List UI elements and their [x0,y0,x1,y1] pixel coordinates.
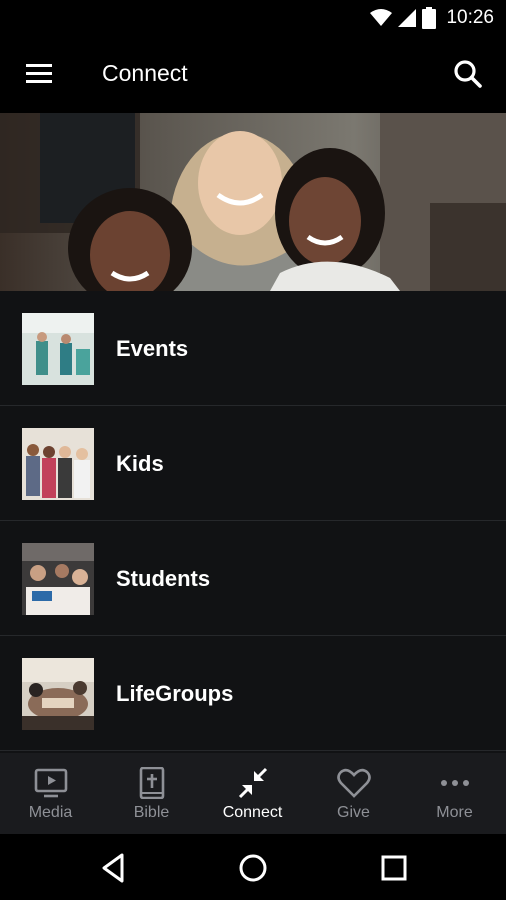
list-item-label: Events [116,336,189,361]
list-item-lifegroups[interactable]: LifeGroups [0,636,506,751]
events-thumbnail [22,313,94,385]
connect-arrows-icon [238,767,267,799]
status-time: 10:26 [446,7,494,28]
wifi-icon [370,9,393,26]
hero-image [0,113,506,291]
tab-more[interactable]: More [404,753,505,834]
heart-icon [336,768,371,798]
cell-signal-icon [398,9,417,27]
bottom-nav: Media Bible Connect Give More [0,753,506,834]
list-item-events[interactable]: Events [0,291,506,406]
home-icon[interactable] [236,851,270,885]
page-title: Connect [102,60,188,86]
search-button[interactable] [452,58,484,90]
menu-button[interactable] [22,60,58,90]
battery-icon [422,7,437,29]
status-bar: 10:26 [0,0,506,36]
lifegroups-thumbnail [22,658,94,730]
tab-give[interactable]: Give [303,753,404,834]
app-bar: Connect [0,36,506,113]
tab-bible[interactable]: Bible [101,753,202,834]
status-icons: 10:26 [370,6,494,30]
system-nav-bar [0,834,506,900]
kids-thumbnail [22,428,94,500]
connect-list: Events Kids Students LifeGroups [0,291,506,753]
search-icon [454,60,482,88]
tab-media[interactable]: Media [0,753,101,834]
tab-label: Bible [133,804,170,821]
tv-play-icon [34,768,67,798]
students-thumbnail [22,543,94,615]
tab-label: Connect [222,804,283,821]
bible-icon [139,767,164,799]
tab-label: Give [337,804,370,821]
back-icon[interactable] [96,851,130,885]
list-item-label: Kids [116,451,164,476]
list-item-label: Students [116,566,211,591]
list-item-label: LifeGroups [116,681,234,706]
more-dots-icon [440,780,469,786]
list-item-kids[interactable]: Kids [0,406,506,521]
hamburger-menu-icon [26,64,52,83]
tab-label: More [436,804,473,821]
recents-icon[interactable] [377,851,411,885]
tab-label: Media [28,804,73,821]
tab-connect[interactable]: Connect [202,753,303,834]
list-item-students[interactable]: Students [0,521,506,636]
